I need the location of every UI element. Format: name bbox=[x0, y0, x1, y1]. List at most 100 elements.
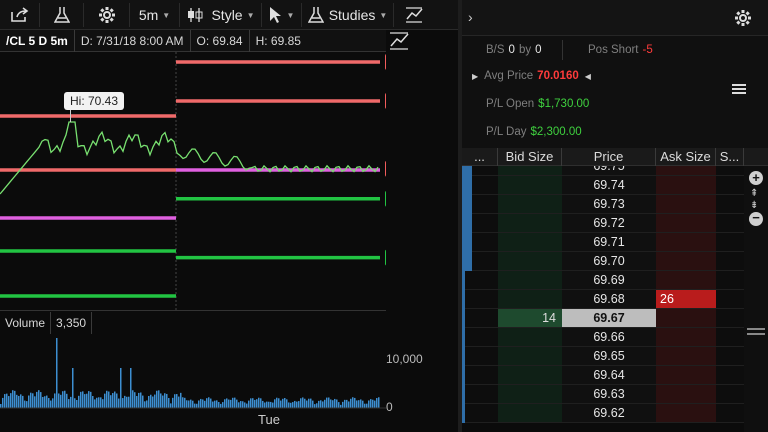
bid-size-cell[interactable] bbox=[498, 290, 562, 309]
depth-bar bbox=[462, 233, 472, 252]
bid-size-cell[interactable] bbox=[498, 385, 562, 404]
price-cell[interactable]: 69.72 bbox=[562, 214, 656, 233]
symbol-label[interactable]: /CL 5 D 5m bbox=[0, 29, 75, 52]
share-icon[interactable] bbox=[0, 3, 40, 27]
bid-size-cell[interactable] bbox=[498, 328, 562, 347]
price-cell[interactable]: 69.69 bbox=[562, 271, 656, 290]
sell-cell[interactable] bbox=[716, 233, 744, 252]
style-dropdown[interactable]: Style ▼ bbox=[180, 3, 262, 27]
ladder-col-ask-size[interactable]: Ask Size bbox=[656, 148, 716, 166]
ask-size-cell[interactable] bbox=[656, 166, 716, 176]
bid-size-cell[interactable] bbox=[498, 366, 562, 385]
caret-left-icon[interactable]: ◀ bbox=[585, 72, 591, 81]
sell-cell[interactable] bbox=[716, 271, 744, 290]
bid-size-cell[interactable] bbox=[498, 347, 562, 366]
sell-cell[interactable] bbox=[716, 309, 744, 328]
ladder-row[interactable]: 69.68 26 bbox=[462, 290, 744, 309]
ladder-col-bid-size[interactable]: Bid Size bbox=[498, 148, 562, 166]
ladder-col-extra[interactable]: ... bbox=[462, 148, 498, 166]
ladder-row[interactable]: 69.65 bbox=[462, 347, 744, 366]
ask-size-cell[interactable] bbox=[656, 328, 716, 347]
ask-size-cell[interactable]: 26 bbox=[656, 290, 716, 309]
menu-icon[interactable] bbox=[732, 82, 746, 96]
sell-cell[interactable] bbox=[716, 290, 744, 309]
ladder-row[interactable]: 69.74 bbox=[462, 176, 744, 195]
price-cell[interactable]: 69.75 bbox=[562, 166, 656, 176]
ladder-row[interactable]: 69.62 bbox=[462, 404, 744, 423]
sell-cell[interactable] bbox=[716, 195, 744, 214]
studies-dropdown[interactable]: Studies ▼ bbox=[302, 3, 394, 27]
sell-cell[interactable] bbox=[716, 252, 744, 271]
cursor-tool[interactable]: ▼ bbox=[262, 3, 302, 27]
interval-dropdown[interactable]: 5m ▼ bbox=[130, 3, 180, 27]
bid-size-cell[interactable] bbox=[498, 166, 562, 176]
zoom-in-icon[interactable]: + bbox=[749, 171, 763, 185]
ask-size-cell[interactable] bbox=[656, 309, 716, 328]
bid-size-cell[interactable] bbox=[498, 271, 562, 290]
ladder-col-s[interactable]: S... bbox=[716, 148, 744, 166]
bid-size-cell[interactable] bbox=[498, 214, 562, 233]
sell-cell[interactable] bbox=[716, 214, 744, 233]
ask-size-cell[interactable] bbox=[656, 271, 716, 290]
price-cell[interactable]: 69.63 bbox=[562, 385, 656, 404]
center-up-icon[interactable]: ⇞ bbox=[750, 188, 758, 199]
ladder-col-price[interactable]: Price bbox=[562, 148, 656, 166]
zoom-out-icon[interactable]: − bbox=[749, 211, 763, 226]
ladder-row[interactable]: 69.64 bbox=[462, 366, 744, 385]
gear-icon[interactable] bbox=[734, 9, 752, 32]
price-cell[interactable]: 69.71 bbox=[562, 233, 656, 252]
gear-icon[interactable] bbox=[84, 3, 130, 27]
bid-size-cell[interactable]: 14 bbox=[498, 309, 562, 328]
bid-size-cell[interactable] bbox=[498, 195, 562, 214]
ladder-row[interactable]: 69.66 bbox=[462, 328, 744, 347]
sell-cell[interactable] bbox=[716, 176, 744, 195]
volume-chart[interactable] bbox=[0, 334, 386, 432]
sell-cell[interactable] bbox=[716, 385, 744, 404]
ladder-row[interactable]: 69.69 bbox=[462, 271, 744, 290]
price-cell[interactable]: 69.62 bbox=[562, 404, 656, 423]
bid-size-cell[interactable] bbox=[498, 252, 562, 271]
price-cell[interactable]: 69.66 bbox=[562, 328, 656, 347]
price-cell[interactable]: 69.70 bbox=[562, 252, 656, 271]
ask-size-cell[interactable] bbox=[656, 195, 716, 214]
flask-icon[interactable] bbox=[40, 3, 84, 27]
bid-size-cell[interactable] bbox=[498, 233, 562, 252]
ladder-row[interactable]: 69.71 bbox=[462, 233, 744, 252]
chevron-right-icon[interactable]: › bbox=[468, 9, 473, 25]
caret-right-icon[interactable]: ▶ bbox=[472, 72, 478, 81]
ask-size-cell[interactable] bbox=[656, 404, 716, 423]
ladder-row[interactable]: 69.75 bbox=[462, 166, 744, 176]
price-cell[interactable]: 69.68 bbox=[562, 290, 656, 309]
ladder-row[interactable]: 69.63 bbox=[462, 385, 744, 404]
volume-bar bbox=[56, 338, 58, 408]
sell-cell[interactable] bbox=[716, 404, 744, 423]
sell-cell[interactable] bbox=[716, 347, 744, 366]
ladder-row[interactable]: 14 69.67 bbox=[462, 309, 744, 328]
chart-tool-icon[interactable] bbox=[386, 30, 414, 52]
ladder-row[interactable]: 69.70 bbox=[462, 252, 744, 271]
ask-size-cell[interactable] bbox=[656, 176, 716, 195]
drawing-tools-icon[interactable] bbox=[394, 3, 434, 27]
price-cell[interactable]: 69.65 bbox=[562, 347, 656, 366]
price-cell[interactable]: 69.67 bbox=[562, 309, 656, 328]
center-marker-icon[interactable] bbox=[747, 328, 765, 335]
ladder-row[interactable]: 69.72 bbox=[462, 214, 744, 233]
sell-cell[interactable] bbox=[716, 328, 744, 347]
bid-size-cell[interactable] bbox=[498, 404, 562, 423]
sell-cell[interactable] bbox=[716, 166, 744, 176]
price-chart[interactable]: 7170.57069.56968.56867.5 71.470.7569.676… bbox=[0, 52, 386, 310]
sell-cell[interactable] bbox=[716, 366, 744, 385]
bid-size-cell[interactable] bbox=[498, 176, 562, 195]
price-cell[interactable]: 69.74 bbox=[562, 176, 656, 195]
price-cell[interactable]: 69.64 bbox=[562, 366, 656, 385]
ask-size-cell[interactable] bbox=[656, 366, 716, 385]
ask-size-cell[interactable] bbox=[656, 385, 716, 404]
volume-bar bbox=[360, 399, 362, 408]
ask-size-cell[interactable] bbox=[656, 252, 716, 271]
ladder-row[interactable]: 69.73 bbox=[462, 195, 744, 214]
ask-size-cell[interactable] bbox=[656, 233, 716, 252]
ask-size-cell[interactable] bbox=[656, 347, 716, 366]
ask-size-cell[interactable] bbox=[656, 214, 716, 233]
price-cell[interactable]: 69.73 bbox=[562, 195, 656, 214]
price-ladder[interactable]: 69.75 69.74 69.73 69.72 69.71 69.70 69.69 69.68… bbox=[462, 166, 768, 432]
